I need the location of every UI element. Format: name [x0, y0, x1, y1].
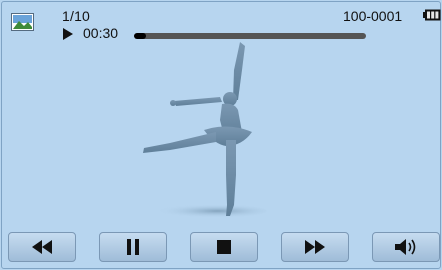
- battery-full-icon: [423, 9, 441, 21]
- image-counter: 1/10: [62, 8, 91, 24]
- rewind-icon: [32, 240, 52, 254]
- progress-fill: [134, 33, 146, 39]
- stop-icon: [217, 240, 231, 254]
- elapsed-time: 00:30: [83, 25, 119, 41]
- playback-controls: [0, 228, 442, 270]
- stop-button[interactable]: [190, 232, 258, 262]
- volume-button[interactable]: [372, 232, 440, 262]
- pause-icon: [127, 239, 139, 255]
- rewind-button[interactable]: [8, 232, 76, 262]
- landscape-thumbnail-icon: [11, 13, 34, 31]
- pause-button[interactable]: [99, 232, 167, 262]
- video-player-screen: 1/10 00:30 100-0001: [0, 0, 442, 270]
- fast-forward-icon: [305, 240, 325, 254]
- play-icon: [63, 28, 73, 40]
- ballerina-silhouette: [143, 42, 267, 218]
- file-number: 100-0001: [343, 8, 403, 24]
- progress-bar[interactable]: [134, 33, 366, 39]
- fast-forward-button[interactable]: [281, 232, 349, 262]
- volume-icon: [395, 239, 416, 255]
